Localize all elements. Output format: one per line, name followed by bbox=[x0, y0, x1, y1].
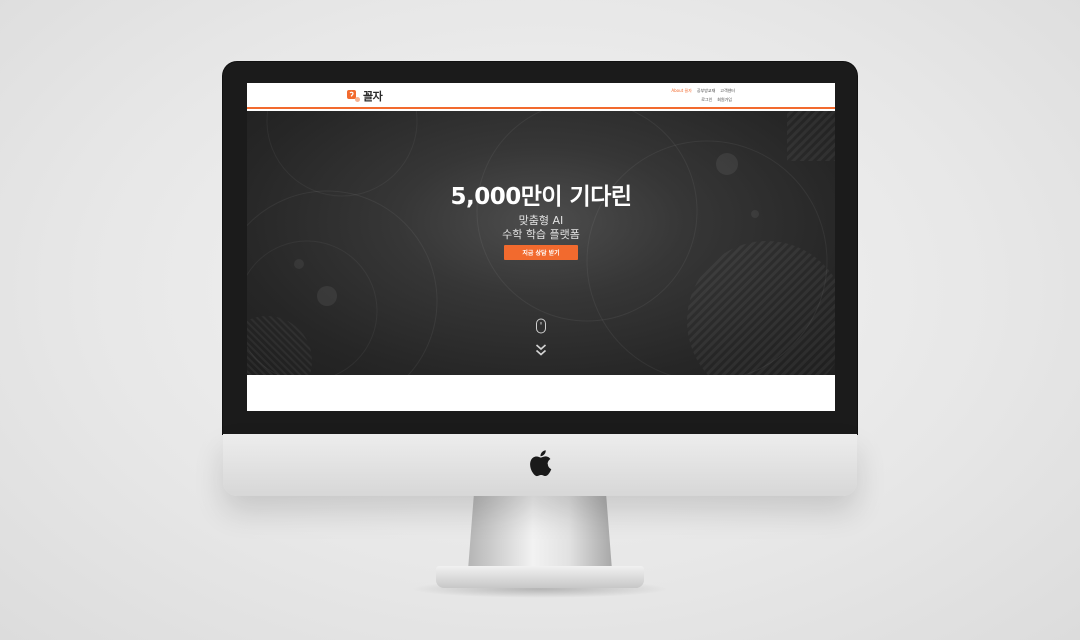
nav-item-materials[interactable]: 공부방교재 bbox=[697, 88, 715, 93]
nav-item-support[interactable]: 고객센터 bbox=[720, 88, 735, 93]
hero-title: 5,000만이 기다린 bbox=[450, 184, 632, 210]
site-header: 꼴자 About 꼴자 공부방교재 고객센터 로그인 회원가입 bbox=[247, 83, 835, 109]
nav-bottom: 로그인 회원가입 bbox=[701, 97, 732, 102]
content-area bbox=[247, 375, 835, 411]
site-logo[interactable]: 꼴자 bbox=[347, 88, 383, 104]
nav-item-about[interactable]: About 꼴자 bbox=[671, 88, 691, 93]
signup-link[interactable]: 회원가입 bbox=[717, 97, 732, 102]
nav-top: About 꼴자 공부방교재 고객센터 bbox=[671, 88, 735, 93]
logo-text: 꼴자 bbox=[363, 90, 383, 103]
logo-mark-icon bbox=[347, 90, 360, 102]
monitor-chin bbox=[223, 434, 857, 496]
monitor-stand-base bbox=[436, 566, 644, 588]
login-link[interactable]: 로그인 bbox=[701, 97, 712, 102]
double-chevron-down-icon[interactable] bbox=[535, 343, 547, 357]
hero-background-decoration bbox=[247, 111, 835, 375]
consult-button[interactable]: 지금 상담 받기 bbox=[504, 245, 578, 260]
browser-screen: 꼴자 About 꼴자 공부방교재 고객센터 로그인 회원가입 5,000만이 … bbox=[247, 83, 835, 411]
hero-section: 5,000만이 기다린 맞춤형 AI 수학 학습 플랫폼 지금 상담 받기 bbox=[247, 111, 835, 375]
mouse-icon[interactable] bbox=[535, 318, 547, 334]
monitor-stand bbox=[468, 496, 612, 570]
hero-subtitle-line2: 수학 학습 플랫폼 bbox=[502, 228, 580, 241]
apple-icon bbox=[530, 450, 552, 477]
